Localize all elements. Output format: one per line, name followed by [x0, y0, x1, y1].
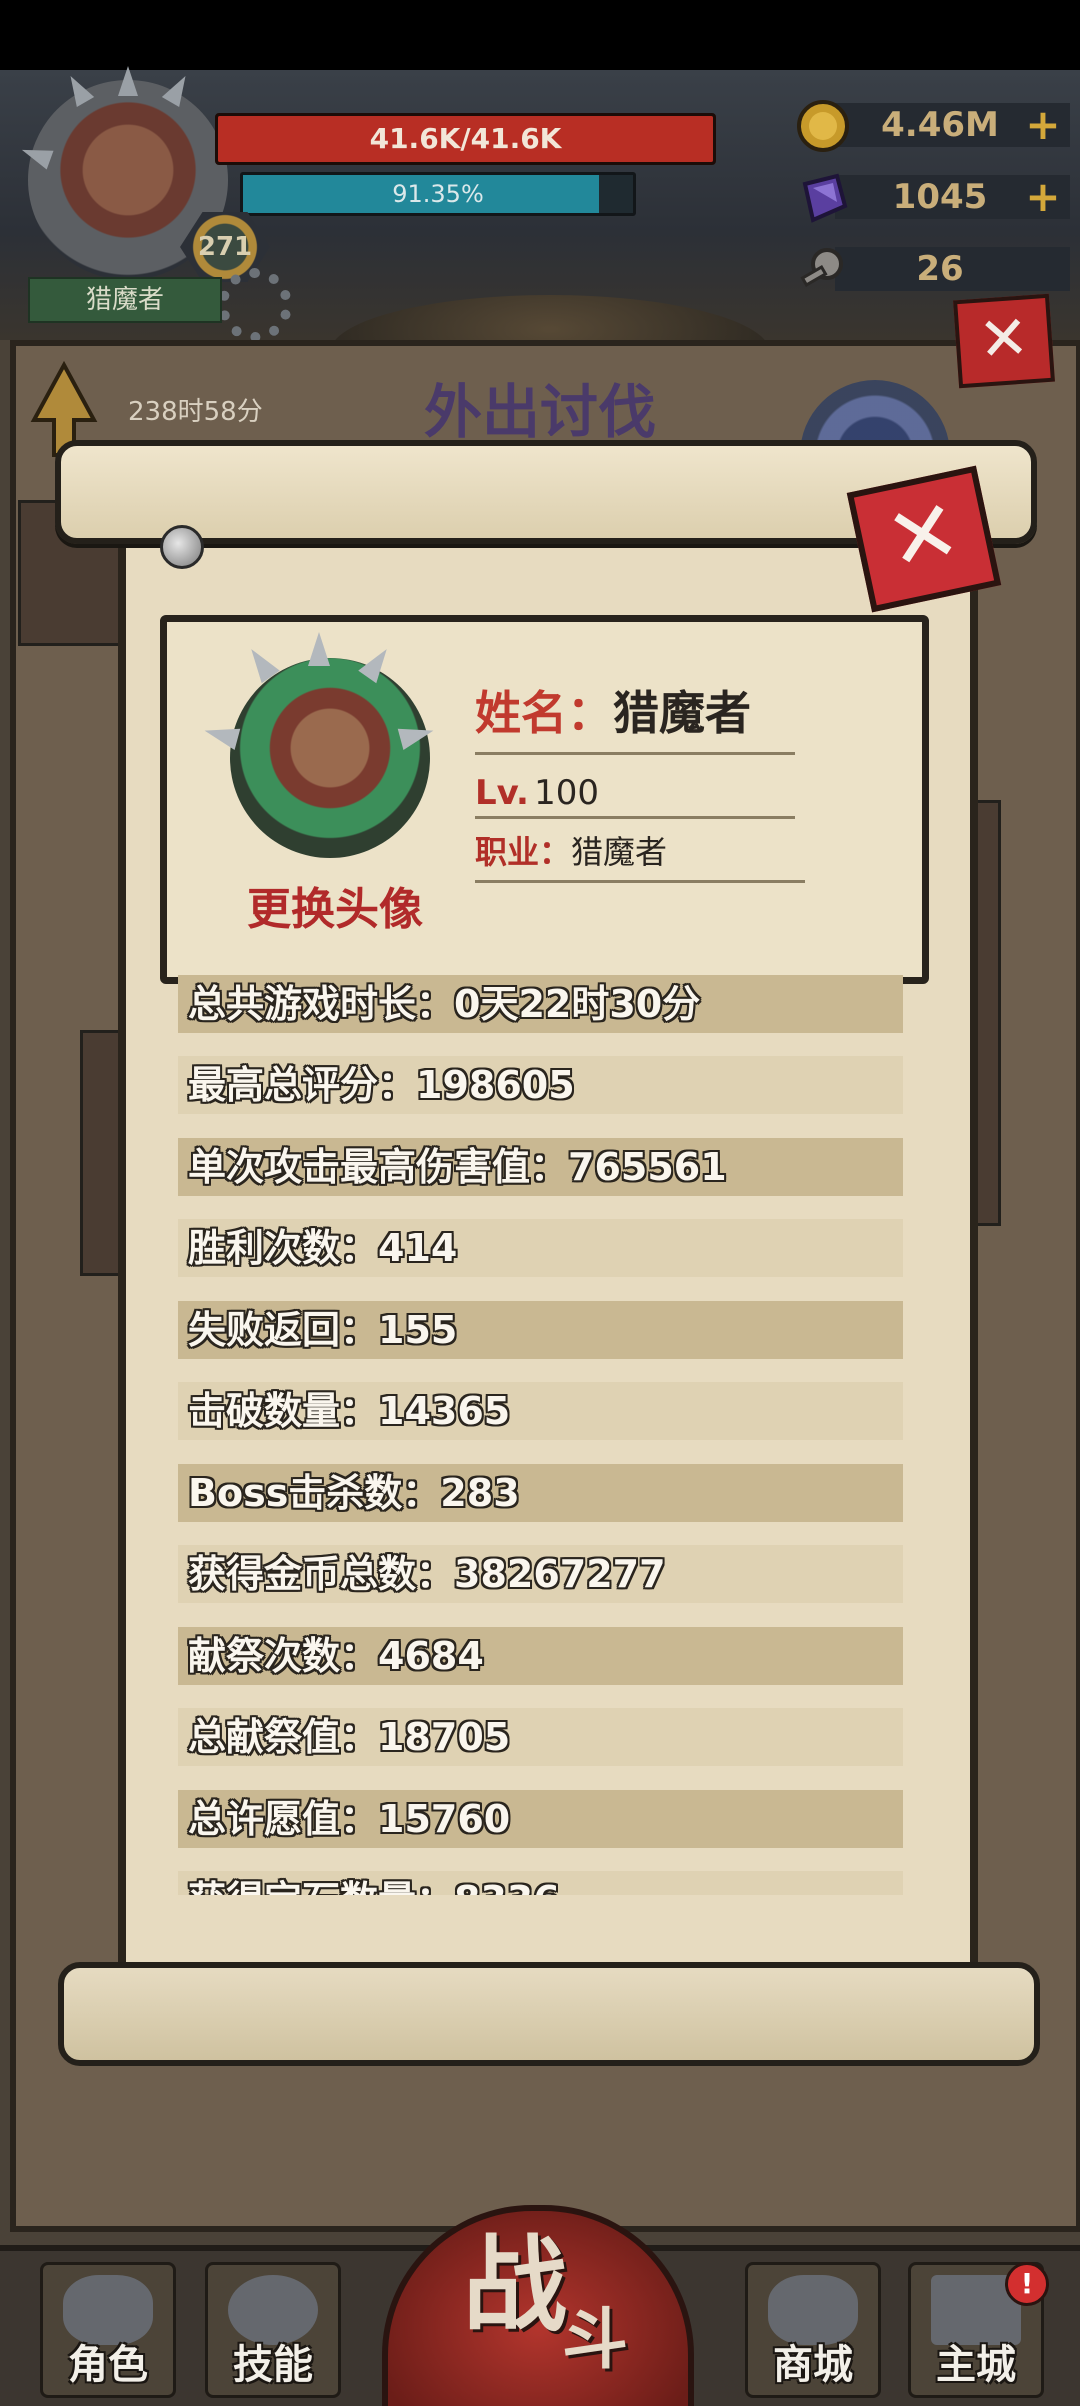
crystal-resource: 1045 +	[795, 170, 1070, 223]
stat-row: 单次攻击最高伤害值：765561	[178, 1138, 903, 1196]
job-label: 职业：	[475, 833, 572, 871]
stat-row: 总许愿值：15760	[178, 1790, 903, 1848]
stat-row: 失败返回：155	[178, 1301, 903, 1359]
crystal-value: 1045	[892, 177, 988, 217]
gold-coin-icon	[797, 100, 849, 152]
xp-bar: 91.35%	[240, 172, 636, 216]
stat-row: 总共游戏时长：0天22时30分	[178, 975, 903, 1033]
level-value: 100	[534, 773, 599, 813]
nav-shop-label: 商城	[773, 2342, 853, 2388]
change-avatar-button[interactable]: 更换头像	[215, 880, 455, 940]
gold-resource: 4.46M +	[795, 98, 1070, 152]
pin-icon	[160, 525, 204, 569]
job-row: 职业：猎魔者	[475, 827, 805, 877]
nav-role-label: 角色	[68, 2342, 148, 2388]
divider	[475, 816, 795, 819]
xp-text: 91.35%	[392, 180, 484, 208]
name-value: 猎魔者	[613, 686, 751, 740]
scroll-bottom-roll	[58, 1962, 1040, 2066]
settings-gear-icon[interactable]	[218, 268, 292, 342]
name-row: 姓名：猎魔者	[475, 680, 795, 746]
job-value: 猎魔者	[571, 833, 668, 871]
nav-skill-button[interactable]: 技能	[205, 2262, 341, 2398]
swirl-icon	[228, 2275, 318, 2345]
stat-row: 获得金币总数：38267277	[178, 1545, 903, 1603]
purple-crystal-icon	[802, 173, 848, 223]
stat-row: 献祭次数：4684	[178, 1627, 903, 1685]
portrait-frame	[230, 658, 430, 858]
crystal-plus-button[interactable]: +	[1023, 175, 1063, 219]
nav-city-label: 主城	[936, 2342, 1016, 2388]
nav-skill-label: 技能	[233, 2342, 313, 2388]
gold-value: 4.46M	[881, 105, 999, 145]
helmet-icon	[63, 2275, 153, 2345]
divider	[475, 752, 795, 755]
expedition-timer: 238时58分	[128, 397, 263, 427]
stat-row: 总献祭值：18705	[178, 1708, 903, 1766]
level-row: Lv. 100	[475, 768, 775, 818]
divider	[475, 880, 805, 883]
gold-plus-button[interactable]: +	[1023, 103, 1063, 147]
key-resource: 26	[795, 242, 1070, 292]
level-label: Lv.	[475, 773, 529, 813]
city-alert-badge: !	[1005, 2262, 1049, 2306]
skull-key-icon	[800, 248, 843, 288]
stat-row: 最高总评分：198605	[178, 1056, 903, 1114]
player-name-plate: 猎魔者	[28, 277, 222, 323]
stat-row: Boss击杀数：283	[178, 1464, 903, 1522]
panel-close-button[interactable]: ✕	[953, 293, 1055, 389]
name-label: 姓名：	[475, 686, 613, 740]
hp-text: 41.6K/41.6K	[369, 122, 562, 155]
shop-tent-icon	[768, 2275, 858, 2345]
stat-row: 胜利次数：414	[178, 1219, 903, 1277]
nav-shop-button[interactable]: 商城	[745, 2262, 881, 2398]
key-value: 26	[916, 249, 964, 289]
battle-label-small: 斗	[562, 2301, 628, 2378]
stat-row: 获得宝石数量：8336	[178, 1871, 903, 1895]
profile-portrait[interactable]	[201, 632, 450, 878]
stats-list[interactable]: 总共游戏时长：0天22时30分 最高总评分：198605 单次攻击最高伤害值：7…	[178, 975, 903, 1895]
hp-bar: 41.6K/41.6K	[215, 113, 716, 165]
nav-role-button[interactable]: 角色	[40, 2262, 176, 2398]
status-bar	[0, 0, 1080, 70]
stat-row: 击破数量：14365	[178, 1382, 903, 1440]
